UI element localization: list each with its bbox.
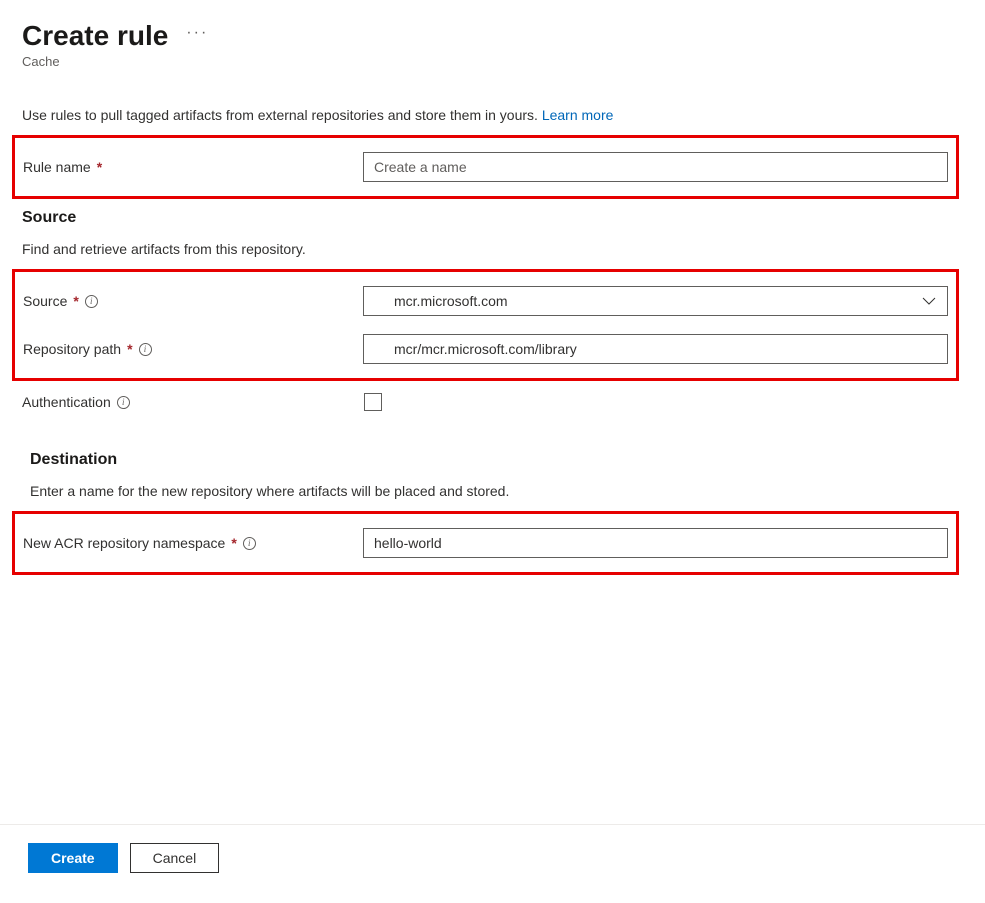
info-icon[interactable]: i xyxy=(243,537,256,550)
source-heading: Source xyxy=(22,209,963,227)
info-icon[interactable]: i xyxy=(117,396,130,409)
more-actions-icon[interactable]: ··· xyxy=(186,24,208,48)
repo-path-label: Repository path xyxy=(23,341,121,357)
source-label: Source xyxy=(23,293,67,309)
create-button[interactable]: Create xyxy=(28,843,118,873)
intro-body: Use rules to pull tagged artifacts from … xyxy=(22,107,542,123)
source-dropdown[interactable]: mcr.microsoft.com xyxy=(363,286,948,316)
authentication-checkbox[interactable] xyxy=(364,393,382,411)
source-description: Find and retrieve artifacts from this re… xyxy=(22,241,963,257)
destination-description: Enter a name for the new repository wher… xyxy=(30,483,963,499)
info-icon[interactable]: i xyxy=(139,343,152,356)
destination-heading: Destination xyxy=(30,451,963,469)
required-indicator: * xyxy=(127,341,132,357)
page-subtitle: Cache xyxy=(22,54,963,69)
required-indicator: * xyxy=(97,159,102,175)
info-icon[interactable]: i xyxy=(85,295,98,308)
source-highlight: Source * i mcr.microsoft.com Repository … xyxy=(12,269,959,381)
rule-name-label: Rule name xyxy=(23,159,91,175)
footer-bar: Create Cancel xyxy=(0,824,985,873)
intro-text: Use rules to pull tagged artifacts from … xyxy=(22,107,963,123)
learn-more-link[interactable]: Learn more xyxy=(542,107,614,123)
rule-name-highlight: Rule name * xyxy=(12,135,959,199)
required-indicator: * xyxy=(231,535,236,551)
namespace-input[interactable] xyxy=(363,528,948,558)
rule-name-input[interactable] xyxy=(363,152,948,182)
page-title: Create rule xyxy=(22,20,168,52)
required-indicator: * xyxy=(73,293,78,309)
cancel-button[interactable]: Cancel xyxy=(130,843,220,873)
repo-path-input[interactable] xyxy=(363,334,948,364)
namespace-label: New ACR repository namespace xyxy=(23,535,225,551)
source-dropdown-value: mcr.microsoft.com xyxy=(363,286,948,316)
destination-highlight: New ACR repository namespace * i xyxy=(12,511,959,575)
authentication-label: Authentication xyxy=(22,394,111,410)
